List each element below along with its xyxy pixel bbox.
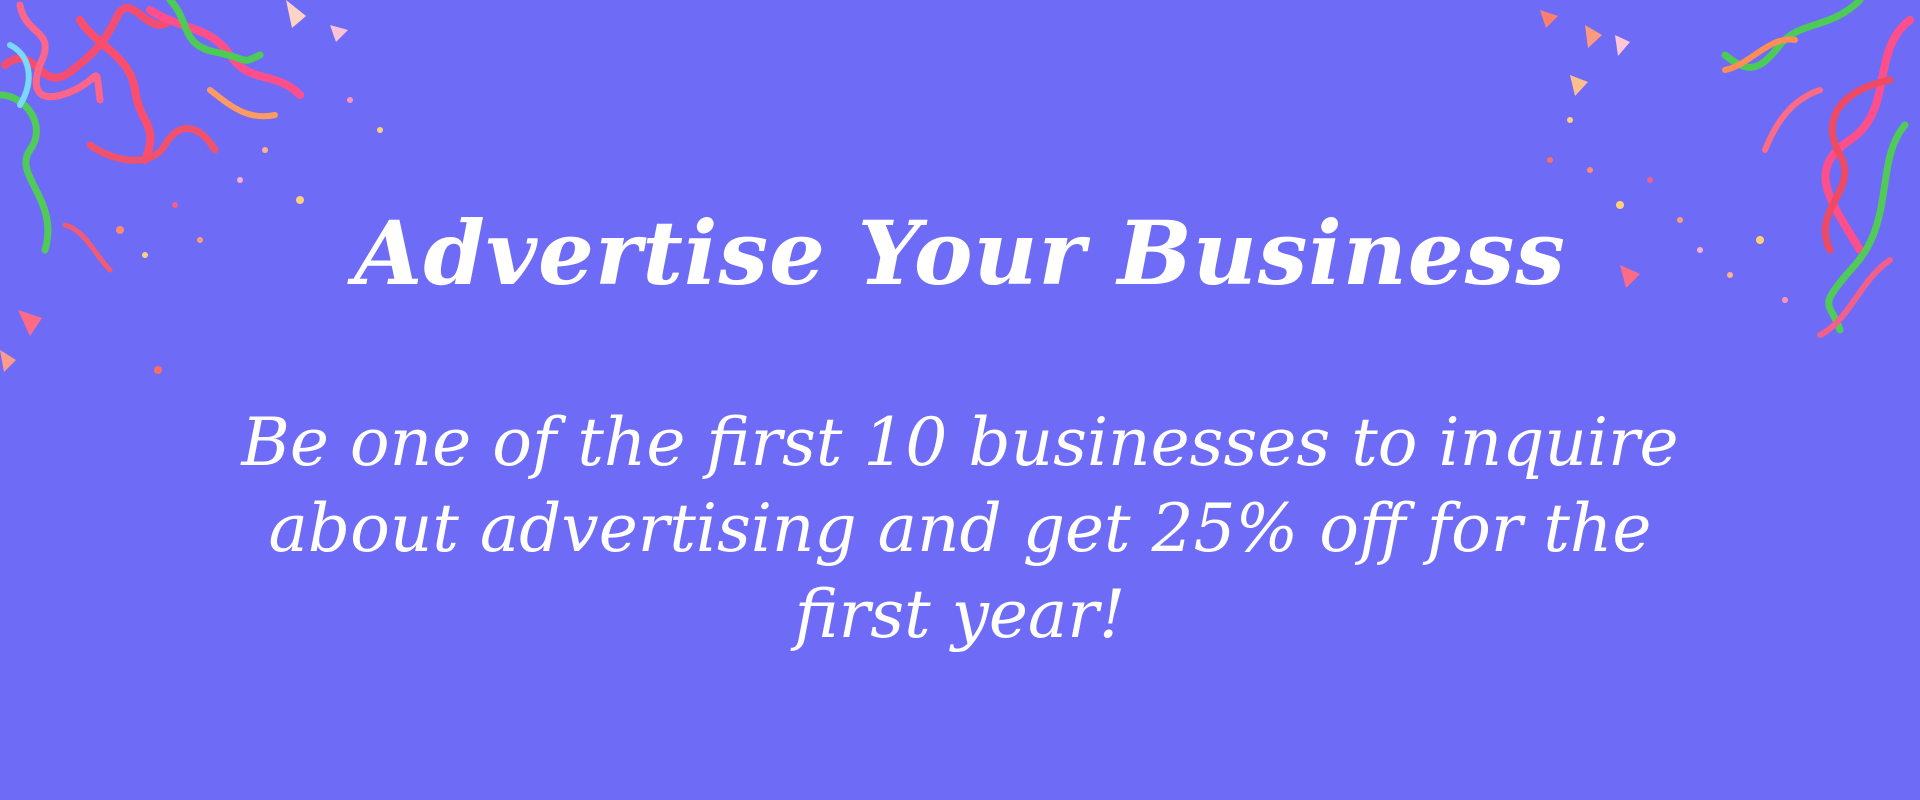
promo-banner: Advertise Your Business Be one of the fi… xyxy=(0,0,1920,800)
promo-subtext: Be one of the first 10 businesses to inq… xyxy=(241,404,1679,653)
promo-headline: Advertise Your Business xyxy=(354,201,1566,305)
